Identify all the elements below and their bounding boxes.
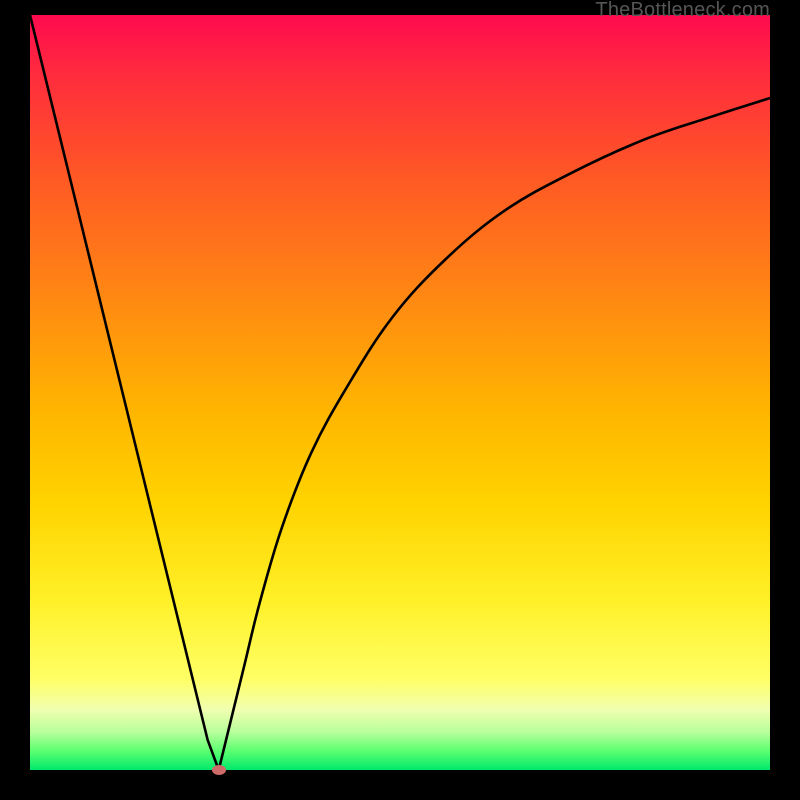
curve-left bbox=[30, 15, 219, 770]
chart-container: TheBottleneck.com bbox=[0, 0, 800, 800]
curve-svg bbox=[30, 15, 770, 770]
brand-watermark: TheBottleneck.com bbox=[595, 0, 770, 20]
plot-area bbox=[30, 15, 770, 770]
bottleneck-marker bbox=[212, 765, 226, 775]
curve-right bbox=[219, 98, 770, 770]
